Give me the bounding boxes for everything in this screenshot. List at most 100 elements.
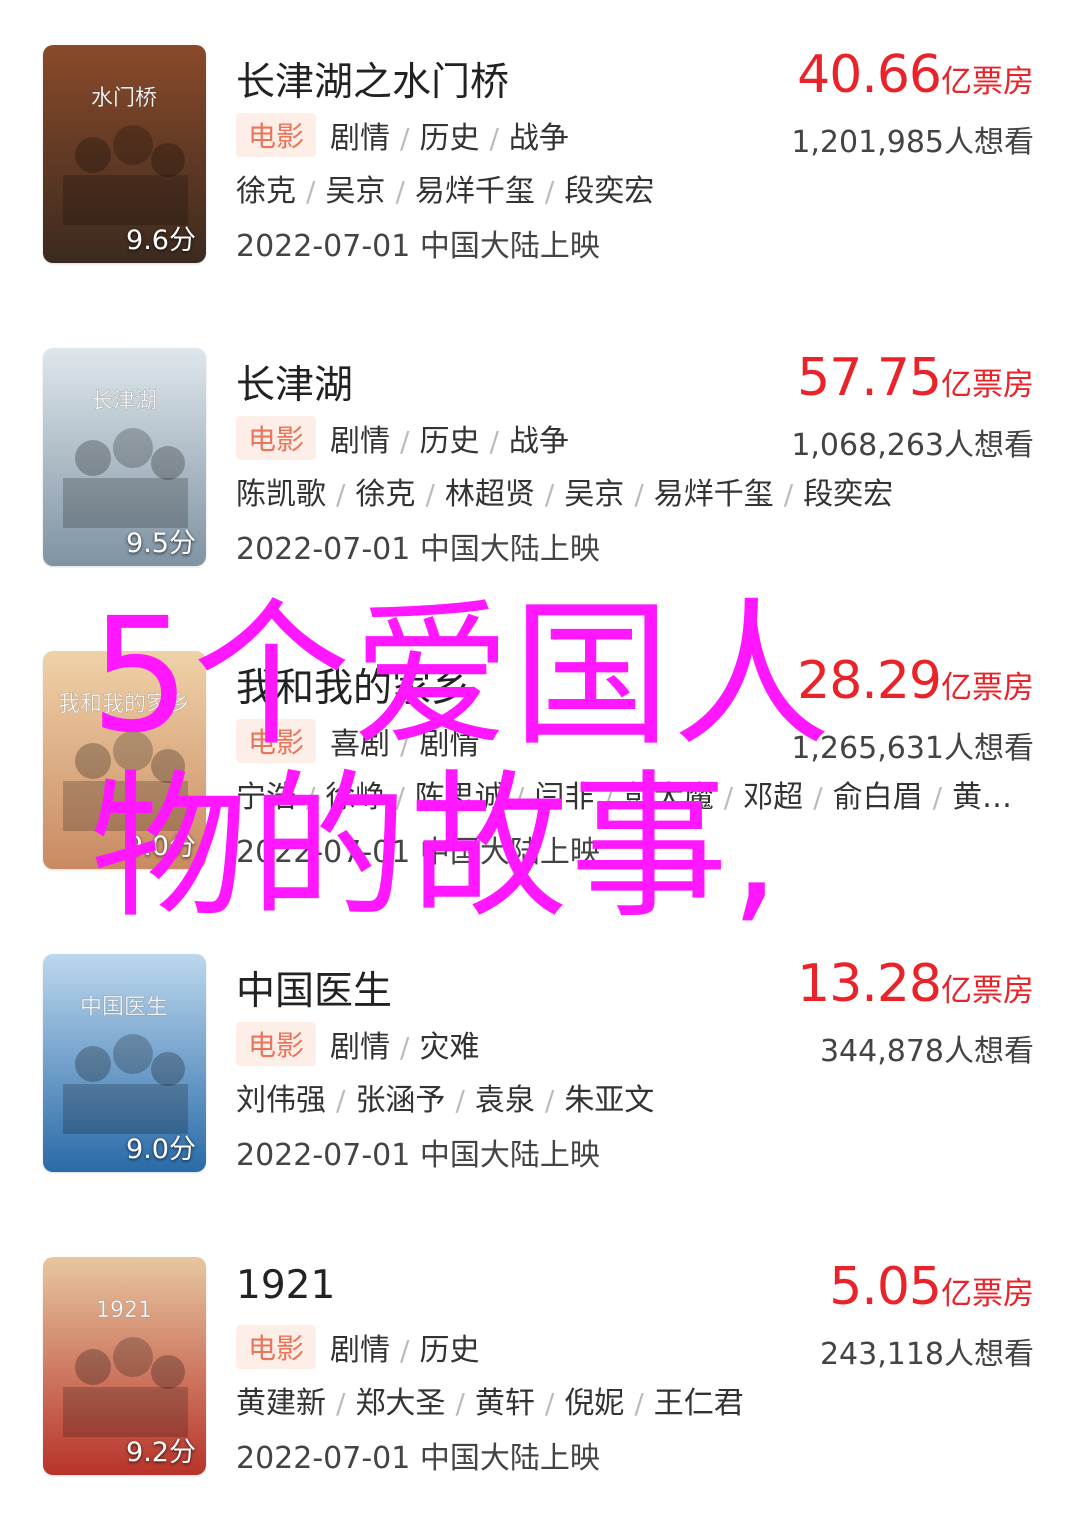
separator: / (306, 175, 316, 208)
separator: / (336, 478, 346, 511)
release-info: 2022-07-01 中国大陆上映 (236, 1441, 600, 1476)
poster-title-text: 1921 (96, 1298, 152, 1323)
box-office-unit: 亿票房 (941, 367, 1034, 403)
cast-name[interactable]: 易烊千玺 (415, 174, 535, 209)
genre-label: 剧情 (330, 1333, 391, 1368)
separator: / (336, 1387, 346, 1420)
movie-title[interactable]: 中国医生 (236, 960, 392, 1016)
poster-title-text: 长津湖 (91, 389, 157, 414)
release-info: 2022-07-01 中国大陆上映 (236, 1138, 600, 1173)
cast-row: 刘伟强 / 张涵予 / 袁泉 / 朱亚文 (236, 1075, 654, 1119)
type-tag: 电影 (236, 1022, 317, 1066)
box-office-number: 13.28 (797, 954, 942, 1014)
genre-label: 剧情 (330, 121, 391, 156)
separator: / (544, 175, 555, 208)
movie-poster[interactable]: 水门桥 9.6分 (43, 45, 206, 263)
movie-item[interactable]: 水门桥 9.6分 长津湖之水门桥 电影 剧情 / 历史 / 战争 徐克 / 吴京 / 易烊千玺 / 段… (0, 45, 1080, 265)
cast-name[interactable]: 徐克 (355, 477, 415, 512)
want-to-see-count: 243,118人想看 (819, 1337, 1034, 1372)
separator: / (783, 478, 794, 511)
rating-score: 9.0分 (126, 1134, 196, 1165)
separator: / (489, 122, 499, 155)
movie-title[interactable]: 长津湖 (236, 354, 353, 410)
separator: / (634, 478, 644, 511)
box-office: 40.66亿票房 (797, 45, 1034, 105)
movie-poster[interactable]: 长津湖 9.5分 (43, 348, 206, 566)
cast-name[interactable]: 袁泉 (475, 1083, 535, 1118)
genre-row: 电影 剧情 / 灾难 (236, 1022, 479, 1066)
genre-label: 战争 (508, 424, 569, 459)
genre-label: 历史 (419, 1333, 480, 1368)
box-office-unit: 亿票房 (941, 973, 1034, 1009)
separator: / (455, 1387, 465, 1420)
genre-label: 历史 (419, 424, 480, 459)
separator: / (400, 1031, 410, 1064)
box-office: 57.75亿票房 (797, 348, 1034, 408)
cast-name[interactable]: 陈凯歌 (236, 477, 326, 512)
genre-row: 电影 剧情 / 历史 (236, 1325, 479, 1369)
cast-name[interactable]: 易烊千玺 (654, 477, 774, 512)
separator: / (544, 478, 555, 511)
genre-label: 灾难 (419, 1030, 480, 1065)
separator: / (544, 1084, 555, 1117)
cast-name[interactable]: 吴京 (564, 477, 624, 512)
separator: / (400, 425, 410, 458)
cast-name[interactable]: 朱亚文 (564, 1083, 654, 1118)
genre-label: 剧情 (330, 1030, 391, 1065)
separator: / (395, 175, 405, 208)
movie-title[interactable]: 长津湖之水门桥 (236, 51, 509, 107)
box-office: 13.28亿票房 (797, 954, 1034, 1014)
overlay-caption-line1: 5个爱国人 (90, 584, 833, 768)
movie-poster[interactable]: 中国医生 9.0分 (43, 954, 206, 1172)
rating-score: 9.5分 (126, 528, 196, 559)
cast-name[interactable]: 林超贤 (445, 477, 535, 512)
cast-name[interactable]: 王仁君 (654, 1386, 744, 1421)
rating-score: 9.2分 (126, 1437, 196, 1468)
genre-label: 历史 (419, 121, 480, 156)
cast-name[interactable]: 段奕宏 (564, 174, 654, 209)
want-to-see-count: 1,068,263人想看 (791, 428, 1034, 463)
separator: / (455, 1084, 465, 1117)
separator: / (400, 122, 410, 155)
box-office-unit: 亿票房 (941, 1276, 1034, 1312)
movie-item[interactable]: 中国医生 9.0分 中国医生 电影 剧情 / 灾难 刘伟强 / 张涵予 / 袁泉 / 朱亚文 20… (0, 954, 1080, 1174)
type-tag: 电影 (236, 416, 317, 460)
want-to-see-count: 1,201,985人想看 (791, 125, 1034, 160)
type-tag: 电影 (236, 113, 317, 157)
separator: / (400, 1334, 410, 1367)
rating-score: 9.6分 (126, 225, 196, 256)
cast-name[interactable]: 黄建新 (236, 1386, 326, 1421)
separator: / (425, 478, 435, 511)
cast-row: 徐克 / 吴京 / 易烊千玺 / 段奕宏 (236, 166, 654, 210)
cast-name[interactable]: 段奕宏 (803, 477, 893, 512)
separator: / (489, 425, 499, 458)
cast-name[interactable]: 张涵予 (355, 1083, 445, 1118)
cast-name[interactable]: 倪妮 (564, 1386, 624, 1421)
box-office-number: 57.75 (797, 348, 942, 408)
poster-title-text: 水门桥 (91, 86, 157, 111)
box-office-number: 40.66 (797, 45, 942, 105)
cast-name[interactable]: 郑大圣 (355, 1386, 445, 1421)
separator: / (336, 1084, 346, 1117)
release-info: 2022-07-01 中国大陆上映 (236, 532, 600, 567)
separator: / (634, 1387, 644, 1420)
genre-label: 战争 (508, 121, 569, 156)
movie-title[interactable]: 1921 (236, 1263, 335, 1308)
cast-name[interactable]: 徐克 (236, 174, 296, 209)
overlay-caption: 5个爱国人 物的故事, (90, 590, 990, 934)
cast-name[interactable]: 刘伟强 (236, 1083, 326, 1118)
cast-name[interactable]: 黄轩 (475, 1386, 535, 1421)
movie-poster[interactable]: 1921 9.2分 (43, 1257, 206, 1475)
poster-title-text: 中国医生 (80, 995, 168, 1020)
type-tag: 电影 (236, 1325, 317, 1369)
cast-row: 黄建新 / 郑大圣 / 黄轩 / 倪妮 / 王仁君 (236, 1378, 744, 1422)
box-office-unit: 亿票房 (941, 64, 1034, 100)
separator: / (544, 1387, 555, 1420)
genre-row: 电影 剧情 / 历史 / 战争 (236, 416, 569, 460)
genre-row: 电影 剧情 / 历史 / 战争 (236, 113, 569, 157)
movie-item[interactable]: 长津湖 9.5分 长津湖 电影 剧情 / 历史 / 战争 陈凯歌 / 徐克 / 林超贤 / 吴京 / 易烊… (0, 348, 1080, 568)
genre-label: 剧情 (330, 424, 391, 459)
want-to-see-count: 344,878人想看 (819, 1034, 1034, 1069)
movie-item[interactable]: 1921 9.2分 1921 电影 剧情 / 历史 黄建新 / 郑大圣 / 黄轩 / 倪妮 / 王仁君… (0, 1257, 1080, 1477)
cast-name[interactable]: 吴京 (325, 174, 385, 209)
